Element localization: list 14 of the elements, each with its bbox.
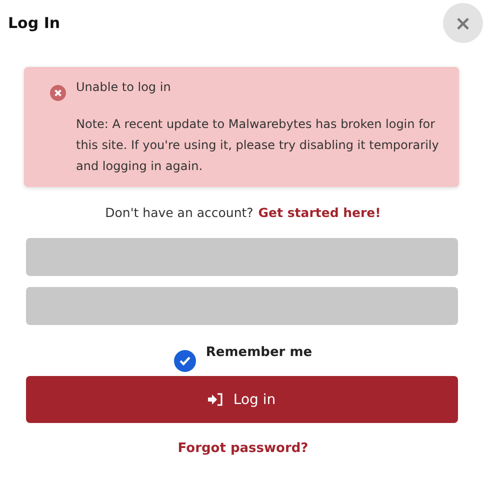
alert-message: Note: A recent update to Malwarebytes has broken login for this site. If you're using it, please try disabling it temporarily and logging in again. bbox=[76, 116, 440, 175]
dialog-title: Log In bbox=[8, 14, 60, 32]
signup-link[interactable]: Get started here! bbox=[258, 205, 381, 220]
remember-checkbox[interactable] bbox=[174, 350, 196, 372]
signup-prompt: Don't have an account? bbox=[105, 205, 254, 220]
login-button[interactable]: Log in bbox=[26, 376, 458, 423]
username-field[interactable] bbox=[26, 238, 458, 276]
password-field[interactable] bbox=[26, 287, 458, 325]
error-icon bbox=[50, 85, 66, 101]
forgot-password-link[interactable]: Forgot password? bbox=[178, 441, 308, 456]
check-icon bbox=[178, 356, 191, 366]
remember-label: Remember me bbox=[206, 345, 312, 360]
sign-in-icon bbox=[208, 393, 224, 406]
alert-title: Unable to log in bbox=[76, 79, 172, 96]
